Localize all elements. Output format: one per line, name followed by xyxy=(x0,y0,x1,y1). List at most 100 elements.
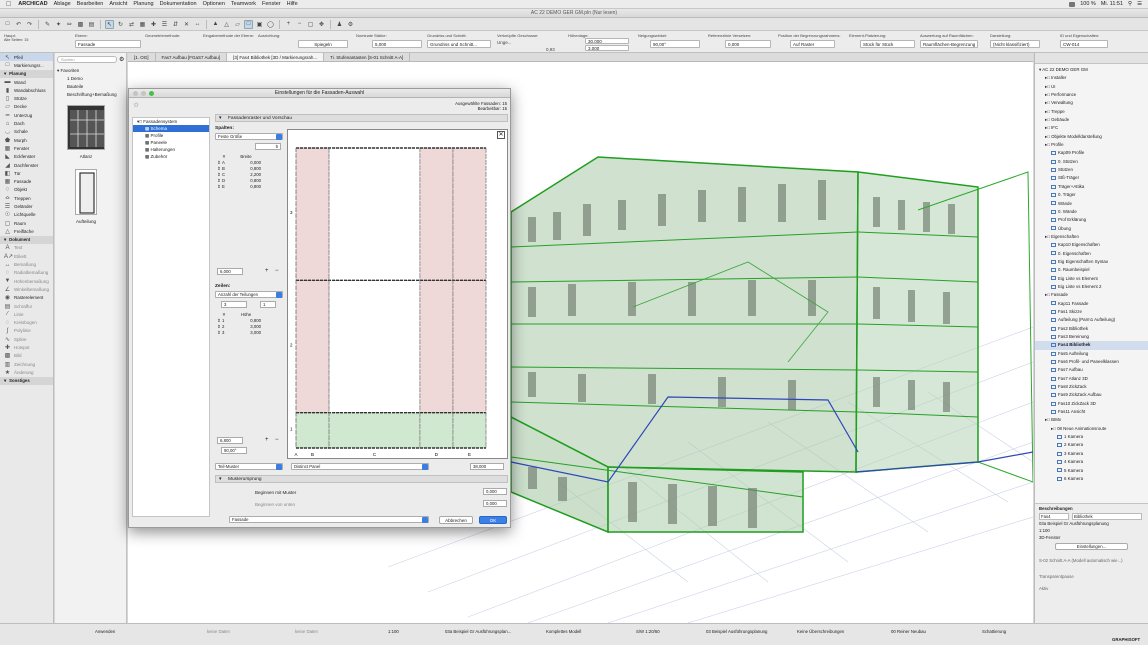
tool-polyline[interactable]: ∫ Polylinie xyxy=(0,327,53,335)
start-with-pattern-label[interactable]: Beginnen mit Muster xyxy=(255,490,296,495)
toolbox-section[interactable]: ▾ Dokument xyxy=(0,235,53,244)
undo-icon[interactable]: ↶ xyxy=(14,20,23,29)
navigator-item[interactable]: ▸□ Performance xyxy=(1035,91,1148,99)
menu-item[interactable]: Hilfe xyxy=(287,1,298,7)
grid-icon[interactable]: ▦ xyxy=(138,20,147,29)
search-icon[interactable]: ⚲ xyxy=(1128,1,1132,7)
navigator-item[interactable]: 4 Kamera xyxy=(1035,458,1148,466)
navigator-item[interactable]: Prof Erklärung xyxy=(1035,216,1148,224)
navigator-item[interactable]: 0. Wände xyxy=(1035,208,1148,216)
navigator-item[interactable]: ▸□ Gebäude xyxy=(1035,116,1148,124)
navigator-item[interactable]: ▸□ IFC xyxy=(1035,124,1148,132)
table-cell[interactable]: 0,800 xyxy=(231,184,261,190)
tool-shell[interactable]: ◡ Schale xyxy=(0,128,53,136)
tool-beam[interactable]: ━ Unterzug xyxy=(0,111,53,119)
navigator-item[interactable]: 0. Träger xyxy=(1035,191,1148,199)
rotate-icon[interactable]: ↻ xyxy=(116,20,125,29)
tool-railing[interactable]: ☰ Geländer xyxy=(0,202,53,210)
tool-line[interactable]: ∕ Linie xyxy=(0,310,53,318)
navigator-item[interactable]: Fas4 Bibliothek xyxy=(1035,341,1148,350)
rows-mode-select[interactable]: Anzahl der Teilungen xyxy=(215,291,283,298)
navigator-item[interactable]: Übung xyxy=(1035,225,1148,233)
tool-zone[interactable]: ▢ Raum xyxy=(0,219,53,227)
panel-value-field[interactable]: 38,000 xyxy=(470,463,504,470)
tool-radial-dimension[interactable]: ◌ Radialbemaßung xyxy=(0,269,53,277)
settings-button[interactable]: Einstellungen... xyxy=(1055,543,1128,550)
menu-item[interactable]: Bearbeiten xyxy=(77,1,104,7)
navigator-item[interactable]: Fas2 Bibliothek xyxy=(1035,325,1148,333)
navigator-item[interactable]: ▸□ Eigenschaften xyxy=(1035,233,1148,241)
tool-grid-element[interactable]: ◉ Rasterelement xyxy=(0,294,53,302)
tool-dimension[interactable]: ↔ Bemaßung xyxy=(0,260,53,268)
navigator-item[interactable]: Stß-Träger xyxy=(1035,174,1148,182)
navigator-item[interactable]: Eig Liste vs Element 2 xyxy=(1035,283,1148,291)
navigator-item[interactable]: Träger+Attika xyxy=(1035,183,1148,191)
navigator-item[interactable]: ▸□ Profile xyxy=(1035,141,1148,149)
mirror-field[interactable]: Spiegeln xyxy=(298,40,348,48)
selection-mode-icon[interactable]: ↖ xyxy=(105,19,114,29)
placement-field[interactable]: Stück für Stück xyxy=(860,40,915,48)
elevation-icon[interactable]: ▱ xyxy=(233,20,242,29)
menu-item[interactable]: Dokumentation xyxy=(160,1,197,7)
overrides-field[interactable]: Keine Überschreibungen xyxy=(797,629,844,634)
navigator-root[interactable]: ▾ AC 22 DEMO GER GM xyxy=(1035,66,1148,74)
navigator-item[interactable]: 2 Kamera xyxy=(1035,441,1148,449)
3d-icon[interactable]: ▲ xyxy=(211,20,220,29)
rows-total-field[interactable]: 6,800 xyxy=(217,437,243,444)
tool-spline[interactable]: ∿ Spline xyxy=(0,335,53,343)
offset-icon[interactable]: ⇵ xyxy=(171,20,180,29)
navigator-item[interactable]: Wände xyxy=(1035,200,1148,208)
tool-label[interactable]: A↗ Etikett xyxy=(0,252,53,260)
columns-total-field[interactable]: 6,000 xyxy=(217,268,243,275)
rows-count-field[interactable]: 3 xyxy=(221,301,247,308)
tool-marquee[interactable]: □ Markierungsr... xyxy=(0,61,53,69)
save-icon[interactable]: □ xyxy=(3,20,12,29)
navigator-item[interactable]: Kap09 Profile xyxy=(1035,149,1148,157)
perspective-icon[interactable]: □ xyxy=(244,19,253,29)
zone-relation-field[interactable]: Raumflächen-Begrenzung xyxy=(920,40,978,48)
clock[interactable]: Mi. 11:51 xyxy=(1101,1,1123,7)
origin-offset-b[interactable]: 0,000 xyxy=(483,500,507,507)
snap-icon[interactable]: ✚ xyxy=(149,20,158,29)
settings-tree-item[interactable]: ▾□ Fassadensystem xyxy=(133,118,209,125)
view-tab[interactable]: [1. OG] xyxy=(128,53,156,61)
tool-column[interactable]: ▯ Stütze xyxy=(0,94,53,102)
settings-tree-item[interactable]: ▩ Halterungen xyxy=(133,146,209,153)
menu-item[interactable]: Ablage xyxy=(54,1,71,7)
table-row[interactable]: ⇕ E 0,800 xyxy=(217,184,283,190)
pencil-icon[interactable]: ✎ xyxy=(43,20,52,29)
height-offset-field[interactable]: 3,000 xyxy=(585,45,629,51)
tool-arrow[interactable]: ↖ Pfeil xyxy=(0,53,53,62)
navigator-item[interactable]: Fas10 ZickZack 3D xyxy=(1035,400,1148,408)
section-icon[interactable]: △ xyxy=(222,20,231,29)
favorites-folder[interactable]: Bauteile xyxy=(57,83,125,91)
angle-field[interactable]: 90,00° xyxy=(221,447,247,454)
navigator-item[interactable]: Eig Eigenschaften Syntax xyxy=(1035,258,1148,266)
navigator-item[interactable]: Fas9 ZickZack Aufbau xyxy=(1035,391,1148,399)
tool-wall-end[interactable]: ▮ Wandabschluss xyxy=(0,86,53,94)
tool-curtain-wall[interactable]: ▦ Fassade xyxy=(0,177,53,185)
grid-preview[interactable]: ✕ A B C D E 1 2 3 xyxy=(287,129,508,459)
tool-hotspot[interactable]: ✚ Hotspot xyxy=(0,343,53,351)
tool-skylight[interactable]: ◢ Dachfenster xyxy=(0,161,53,169)
orbit-icon[interactable]: ◯ xyxy=(266,20,275,29)
navigator-item[interactable]: Fas8 ZickZack xyxy=(1035,383,1148,391)
tool-roof[interactable]: ⌂ Dach xyxy=(0,119,53,127)
view-id-field[interactable]: Fas4 xyxy=(1039,513,1069,520)
tool-change[interactable]: ★ Änderung xyxy=(0,368,53,376)
favorites-folder[interactable]: Beschriftung+Bemaßung xyxy=(57,91,125,99)
paint-icon[interactable]: ▩ xyxy=(76,20,85,29)
navigator-item[interactable]: ▸□ 08 Neue Animationsroute xyxy=(1035,425,1148,433)
model-view-field[interactable]: Komplettes Modell xyxy=(546,629,581,634)
favorites-root[interactable]: ▾ Favoriten xyxy=(57,67,125,75)
pan-icon[interactable]: ✥ xyxy=(317,20,326,29)
settings-icon[interactable]: ⚙ xyxy=(346,20,355,29)
tool-wall[interactable]: ▬ Wand xyxy=(0,78,53,86)
navigator-item[interactable]: 3 Kamera xyxy=(1035,450,1148,458)
align-icon[interactable]: ☰ xyxy=(160,20,169,29)
shading-field[interactable]: Schattierung xyxy=(982,629,1006,634)
favorite-thumb-atlanz[interactable] xyxy=(67,105,105,150)
table-row[interactable]: ⇕ 3 3,000 xyxy=(217,330,283,336)
view-option-field[interactable]: 03 Beispiel Ausführungsplanung xyxy=(706,629,767,634)
settings-tree-item[interactable]: ▩ Profile xyxy=(133,132,209,139)
